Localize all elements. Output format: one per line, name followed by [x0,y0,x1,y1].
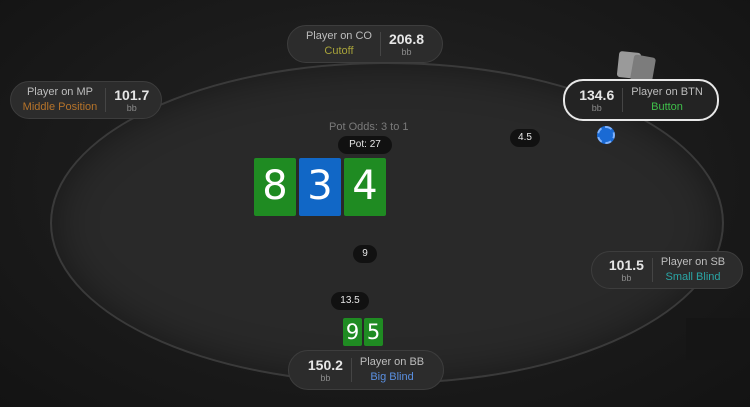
board-card-3: 4 [344,158,386,216]
seat-bb[interactable]: 150.2 bb Player on BB Big Blind [288,350,444,390]
seat-btn-position: Button [651,101,683,113]
seat-co[interactable]: Player on CO Cutoff 206.8 bb [287,25,443,63]
board-card-2: 3 [299,158,341,216]
seat-btn-name: Player on BTN [631,86,703,98]
seat-bb-stack: 150.2 bb [307,356,343,383]
seat-mp-info: Player on MP Middle Position [23,85,98,115]
bet-mid: 9 [353,245,377,263]
board-card-1: 8 [254,158,296,216]
seat-bb-stack-unit: bb [320,372,331,383]
pot-odds-label: Pot Odds: 3 to 1 [329,121,409,133]
seat-co-stack: 206.8 bb [388,30,425,57]
bet-bb: 13.5 [331,292,369,310]
seat-bb-position: Big Blind [370,371,414,383]
seat-sb-info: Player on SB Small Blind [661,255,725,285]
seat-mp-stack-amount: 101.7 [114,86,150,103]
seat-mp[interactable]: Player on MP Middle Position 101.7 bb [10,81,162,119]
seat-co-divider [379,32,381,56]
seat-mp-divider [105,88,107,112]
seat-co-stack-amount: 206.8 [388,30,425,47]
seat-sb-position: Small Blind [665,271,721,283]
hero-card-2: 5 [364,318,383,346]
seat-co-position: Cutoff [324,45,354,57]
seat-bb-info: Player on BB Big Blind [360,355,424,385]
pot-amount: Pot: 27 [338,136,392,154]
seat-mp-stack-unit: bb [126,102,137,113]
seat-btn[interactable]: 134.6 bb Player on BTN Button [563,79,719,121]
seat-btn-divider [622,88,624,112]
seat-co-info: Player on CO Cutoff [306,29,372,59]
seat-bb-stack-amount: 150.2 [307,356,343,373]
seat-co-name: Player on CO [305,30,372,42]
seat-bb-divider [350,358,352,382]
seat-bb-name: Player on BB [359,356,425,368]
seat-btn-info: Player on BTN Button [631,85,703,115]
seat-mp-stack: 101.7 bb [114,86,150,113]
corner-shadow [686,318,750,360]
seat-btn-stack-unit: bb [591,102,602,113]
bet-btn: 4.5 [510,129,540,147]
seat-mp-name: Player on MP [26,86,93,98]
seat-sb-stack-unit: bb [621,272,632,283]
seat-btn-stack: 134.6 bb [579,86,615,113]
seat-mp-position: Middle Position [22,101,98,113]
seat-sb-stack-amount: 101.5 [608,256,644,273]
seat-btn-stack-amount: 134.6 [579,86,615,103]
hero-card-1: 9 [343,318,362,346]
seat-sb[interactable]: 101.5 bb Player on SB Small Blind [591,251,743,289]
seat-sb-name: Player on SB [660,256,726,268]
seat-sb-divider [651,258,653,282]
dealer-button-chip-icon [597,126,615,144]
seat-sb-stack: 101.5 bb [608,256,644,283]
seat-co-stack-unit: bb [401,46,412,57]
